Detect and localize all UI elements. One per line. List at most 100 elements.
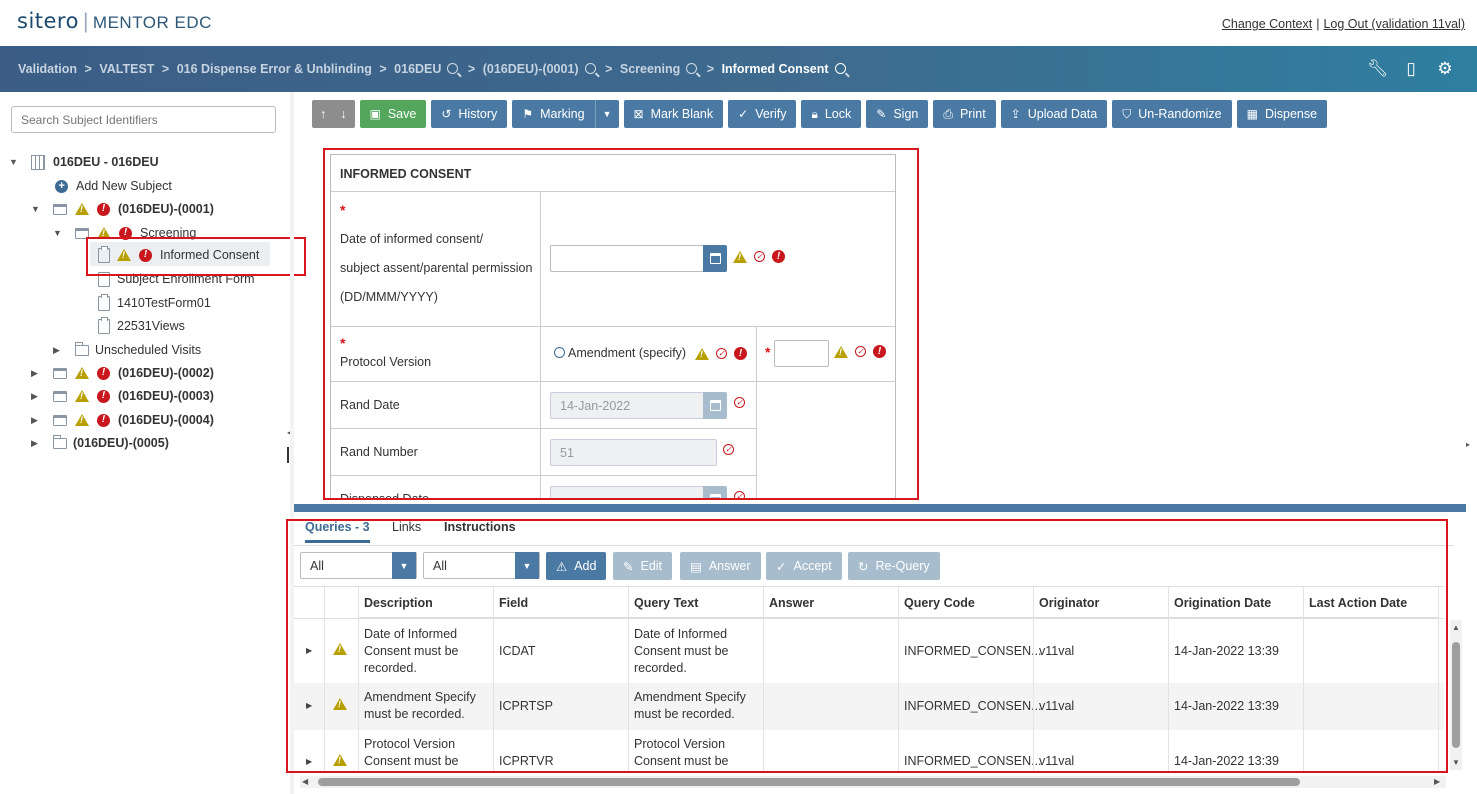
- verify-icon[interactable]: ✓: [723, 444, 734, 455]
- verify-icon[interactable]: ✓: [734, 397, 745, 408]
- chevron-right-icon[interactable]: ▶: [31, 391, 38, 402]
- horizontal-splitter[interactable]: [294, 504, 1466, 512]
- crumb-visit[interactable]: Screening: [620, 62, 680, 76]
- chevron-down-icon[interactable]: ▼: [53, 228, 62, 238]
- scroll-thumb[interactable]: [1452, 642, 1460, 748]
- column-header[interactable]: Originator: [1033, 587, 1168, 618]
- verify-button[interactable]: ✓ Verify: [728, 100, 797, 128]
- print-button[interactable]: ⎙ Print: [933, 100, 996, 128]
- search-icon[interactable]: [584, 63, 596, 74]
- tree-subject[interactable]: ! (016DEU)-(0002): [53, 362, 214, 384]
- arrow-up-icon[interactable]: ↑: [320, 107, 326, 121]
- table-vertical-scrollbar[interactable]: ▲ ▼: [1450, 620, 1462, 770]
- tab-queries[interactable]: Queries - 3: [305, 520, 370, 543]
- marking-button[interactable]: ⚑ Marking ▼: [512, 100, 619, 128]
- add-query-button[interactable]: ⚠︎ Add: [546, 552, 607, 580]
- error-icon[interactable]: !: [772, 250, 785, 263]
- column-header[interactable]: Answer: [763, 587, 898, 618]
- upload-data-button[interactable]: ⇪ Upload Data: [1000, 100, 1108, 128]
- logout-link[interactable]: Log Out (validation 11val): [1323, 17, 1465, 31]
- chevron-right-icon[interactable]: ▶: [53, 345, 60, 356]
- tree-subject[interactable]: ! (016DEU)-(0001): [53, 198, 214, 220]
- prev-next-buttons[interactable]: ↑ ↓: [312, 100, 355, 128]
- column-header[interactable]: Query Code: [898, 587, 1033, 618]
- query-filter-select[interactable]: All ▼: [300, 552, 417, 579]
- table-horizontal-scrollbar[interactable]: ◀ ▶: [300, 776, 1446, 788]
- chevron-down-icon[interactable]: ▼: [9, 157, 18, 167]
- expand-right-icon[interactable]: ▸: [1466, 440, 1470, 449]
- verify-icon[interactable]: ✓: [716, 348, 727, 359]
- error-icon[interactable]: !: [734, 347, 747, 360]
- search-icon[interactable]: [834, 63, 846, 74]
- tree-subject[interactable]: (016DEU)-(0005): [53, 432, 169, 454]
- un-randomize-button[interactable]: ⛉ Un-Randomize: [1112, 100, 1232, 128]
- chevron-right-icon[interactable]: ▶: [31, 415, 38, 426]
- tree-visit[interactable]: ! Screening: [75, 222, 196, 244]
- radio-icon[interactable]: [554, 347, 565, 358]
- scroll-right-icon[interactable]: ▶: [1434, 777, 1440, 786]
- history-button[interactable]: ↺ History: [431, 100, 508, 128]
- column-header[interactable]: Last Action Date: [1303, 587, 1438, 618]
- error-icon[interactable]: !: [873, 345, 886, 358]
- warning-icon[interactable]: [733, 250, 747, 263]
- scroll-up-icon[interactable]: ▲: [1452, 623, 1460, 632]
- verify-icon[interactable]: ✓: [855, 346, 866, 357]
- calendar-icon[interactable]: [703, 245, 727, 272]
- chevron-right-icon[interactable]: ▶: [31, 438, 38, 449]
- tab-instructions[interactable]: Instructions: [444, 520, 516, 534]
- crumb-study[interactable]: 016 Dispense Error & Unblinding: [177, 62, 372, 76]
- mark-blank-button[interactable]: ⊠ Mark Blank: [623, 100, 724, 128]
- crumb-validation[interactable]: Validation: [18, 62, 77, 76]
- subject-search-input[interactable]: [11, 106, 276, 133]
- column-header[interactable]: Origination Date: [1168, 587, 1303, 618]
- search-icon[interactable]: [686, 63, 698, 74]
- tree-site[interactable]: 016DEU - 016DEU: [31, 151, 159, 173]
- verify-icon[interactable]: ✓: [734, 491, 745, 500]
- warning-icon[interactable]: [834, 345, 848, 358]
- requery-button[interactable]: ↻ Re-Query: [848, 552, 940, 580]
- lock-button[interactable]: 🔒︎ Lock: [801, 100, 862, 128]
- column-header[interactable]: Description: [358, 587, 493, 618]
- chevron-down-icon[interactable]: ▼: [31, 204, 40, 214]
- expand-row-icon[interactable]: ▶: [306, 701, 312, 710]
- tab-links[interactable]: Links: [392, 520, 421, 534]
- crumb-valtest[interactable]: VALTEST: [99, 62, 154, 76]
- consent-date-input[interactable]: [550, 245, 704, 272]
- add-subject-link[interactable]: + Add New Subject: [55, 175, 172, 197]
- scroll-thumb[interactable]: [318, 778, 1300, 786]
- tree-form-enrollment[interactable]: Subject Enrollment Form: [98, 268, 255, 290]
- search-icon[interactable]: [447, 63, 459, 74]
- tree-subject[interactable]: ! (016DEU)-(0003): [53, 385, 214, 407]
- tree-form-testform[interactable]: 1410TestForm01: [98, 292, 211, 314]
- scroll-left-icon[interactable]: ◀: [302, 777, 308, 786]
- chevron-down-icon[interactable]: ▼: [594, 100, 619, 128]
- amendment-specify-input[interactable]: [774, 340, 829, 367]
- table-row[interactable]: ▶ Amendment Specify must be recorded. IC…: [294, 683, 1444, 730]
- expand-row-icon[interactable]: ▶: [306, 646, 312, 655]
- wrench-icon[interactable]: 🔧︎: [1367, 59, 1389, 79]
- crumb-subject[interactable]: (016DEU)-(0001): [483, 62, 579, 76]
- book-icon[interactable]: ▯: [1401, 59, 1421, 79]
- dispensed-date-input[interactable]: [550, 486, 704, 500]
- column-header[interactable]: Query Text: [628, 587, 763, 618]
- tree-form-informed-consent[interactable]: ! Informed Consent: [98, 244, 259, 266]
- rand-date-input[interactable]: 14-Jan-2022: [550, 392, 704, 419]
- change-context-link[interactable]: Change Context: [1222, 17, 1312, 31]
- tree-unscheduled[interactable]: Unscheduled Visits: [75, 339, 201, 361]
- verify-icon[interactable]: ✓: [754, 251, 765, 262]
- query-status-select[interactable]: All ▼: [423, 552, 540, 579]
- chevron-down-icon[interactable]: ▼: [392, 552, 416, 579]
- table-row[interactable]: ▶ Date of Informed Consent must be recor…: [294, 619, 1444, 683]
- arrow-down-icon[interactable]: ↓: [340, 107, 346, 121]
- scroll-down-icon[interactable]: ▼: [1452, 758, 1460, 767]
- edit-query-button[interactable]: ✎ Edit: [613, 552, 673, 580]
- expand-row-icon[interactable]: ▶: [306, 757, 312, 766]
- table-row[interactable]: ▶ Protocol Version Consent must be ICPRT…: [294, 730, 1444, 772]
- column-header[interactable]: Field: [493, 587, 628, 618]
- rand-number-input[interactable]: 51: [550, 439, 717, 466]
- dispense-button[interactable]: ▦ Dispense: [1236, 100, 1328, 128]
- sign-button[interactable]: ✎ Sign: [866, 100, 929, 128]
- warning-icon[interactable]: [695, 347, 709, 360]
- answer-query-button[interactable]: ▤ Answer: [680, 552, 761, 580]
- accept-query-button[interactable]: ✓ Accept: [766, 552, 842, 580]
